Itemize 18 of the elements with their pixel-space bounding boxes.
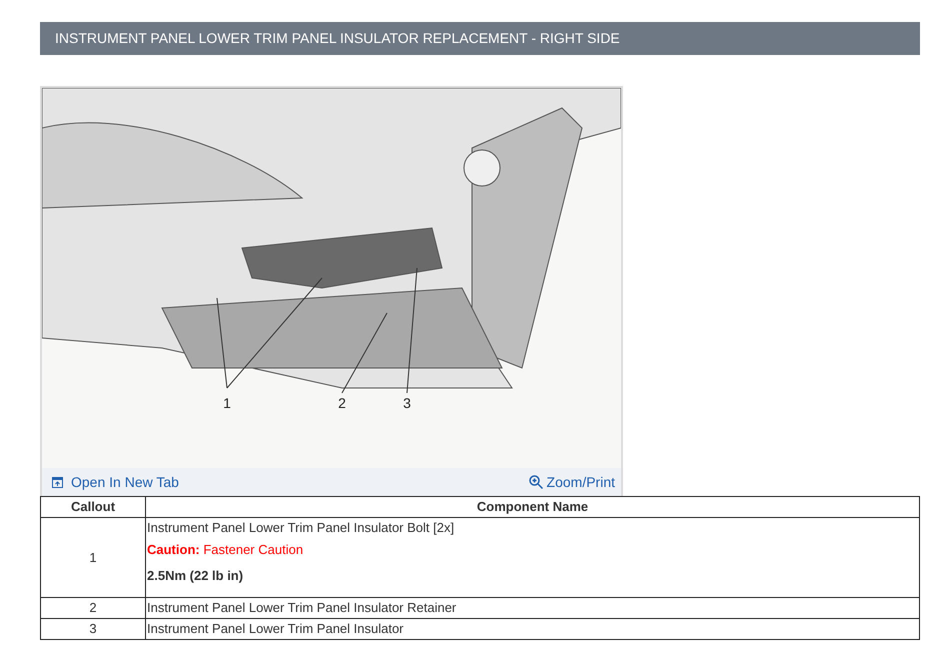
column-header: Component Name <box>146 496 920 518</box>
callout-cell: 2 <box>40 598 146 618</box>
caution-note: Caution: Fastener Caution <box>147 541 304 559</box>
open-in-new-tab-link[interactable]: Open In New Tab <box>52 472 179 492</box>
zoom-icon <box>528 475 543 489</box>
callout-cell: 3 <box>40 618 146 640</box>
callout-cell: 1 <box>40 518 146 598</box>
component-name: Instrument Panel Lower Trim Panel Insulator Retainer <box>146 598 920 618</box>
new-tab-icon <box>52 476 63 488</box>
section-title: INSTRUMENT PANEL LOWER TRIM PANEL INSULATOR REPLACEMENT - RIGHT SIDE <box>40 22 920 55</box>
component-name: Instrument Panel Lower Trim Panel Insulator <box>146 618 920 640</box>
callout-number: 2 <box>338 395 346 411</box>
torque-spec: 2.5Nm (22 lb in) <box>147 567 244 585</box>
column-header: Callout <box>40 496 146 518</box>
callout-number: 1 <box>223 395 231 411</box>
callout-number: 3 <box>403 395 411 411</box>
component-name: Instrument Panel Lower Trim Panel Insulator Bolt [2x] <box>147 519 456 537</box>
zoom-print-link[interactable]: Zoom/Print <box>528 472 615 492</box>
